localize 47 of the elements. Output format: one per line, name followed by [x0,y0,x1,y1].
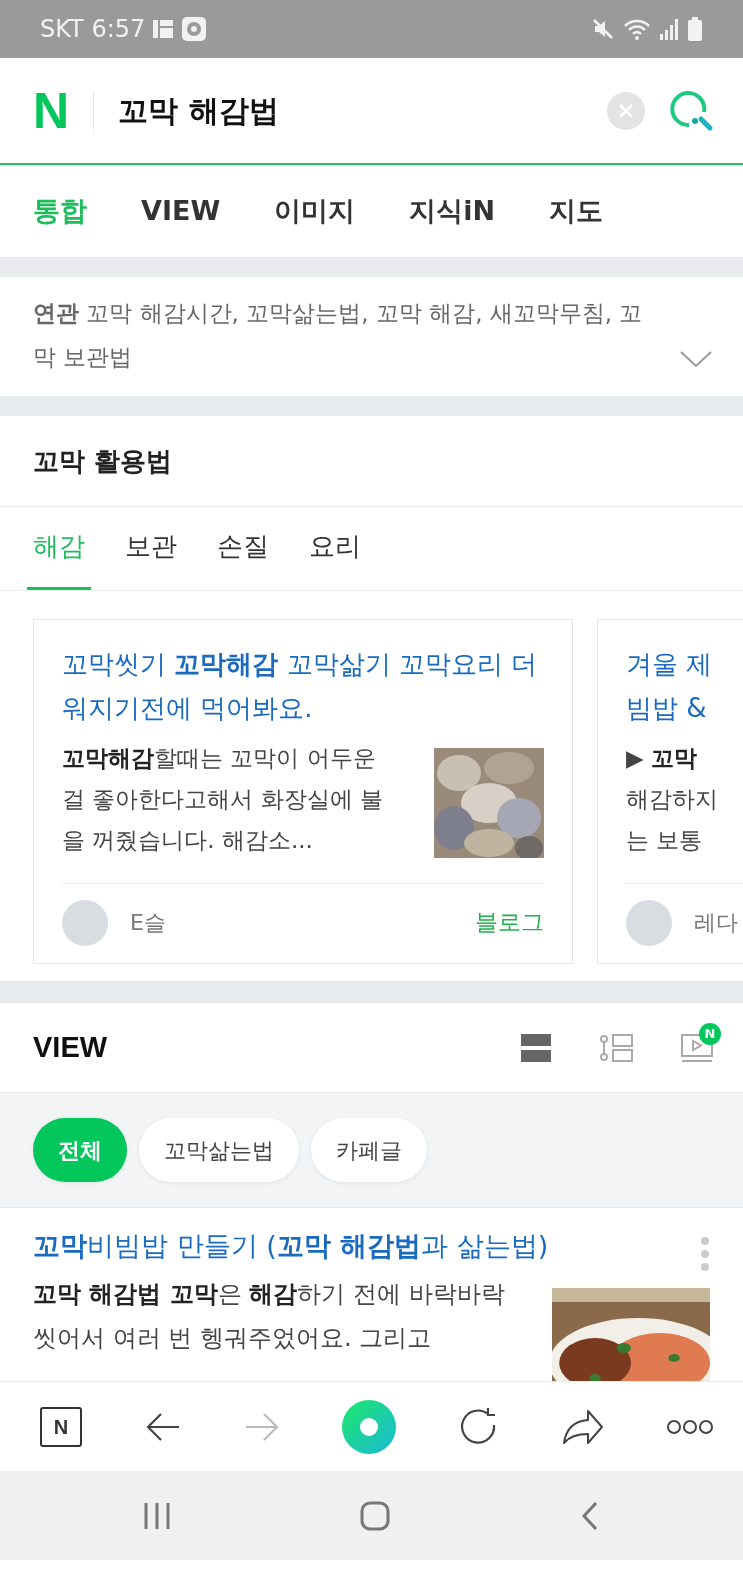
avatar [626,899,672,946]
signal-icon [659,18,679,40]
timeline-view-icon[interactable] [599,1032,633,1063]
new-badge: N [699,1022,721,1045]
category-tab[interactable]: 요리 [303,506,367,590]
search-tab[interactable]: 이미지 [274,190,356,232]
share-icon[interactable] [562,1408,605,1445]
section-title: 꼬막 활용법 [33,444,173,478]
recent-apps-icon[interactable] [142,1501,171,1530]
result-card[interactable]: 겨울 제 빔밥 & ▶ 꼬막 해감하지 는 보통 레다 [597,619,743,964]
search-tab[interactable]: 지도 [549,190,604,232]
filter-chip[interactable]: 카페글 [311,1118,427,1182]
source-label: 블로그 [475,908,544,938]
result-title-link[interactable]: 꼬막비빔밥 만들기 (꼬막 해감법과 삶는법) [33,1224,700,1268]
more-icon[interactable] [666,1418,713,1435]
search-tab[interactable]: VIEW [141,190,221,232]
notification-icon [153,20,174,38]
battery-icon [687,17,703,41]
mute-icon [591,17,615,41]
list-view-icon[interactable] [521,1033,551,1062]
media-icon [181,16,208,42]
card-snippet: 해감하지 [626,785,718,814]
home-button[interactable]: N [40,1406,82,1447]
category-tab[interactable]: 보관 [119,506,183,590]
wifi-icon [623,17,651,41]
card-snippet: 는 보통 [626,826,704,855]
card-title-link[interactable]: 꼬막씻기 꼬막해감 꼬막삶기 꼬막요리 더워지기전에 먹어봐요. [62,642,544,730]
home-icon[interactable] [360,1500,391,1531]
filter-chip[interactable]: 꼬막삶는법 [139,1118,299,1182]
section-title: VIEW [33,1029,109,1065]
status-time: SKT 6:57 [40,14,146,45]
search-tab[interactable]: 지식iN [409,190,496,232]
result-snippet: 꼬막 해감법 꼬막은 해감하기 전에 바락바락 씻어서 여러 번 헹궈주었어요. 그리고 [33,1279,506,1354]
card-snippet: ▶ 꼬막 [626,744,698,773]
result-card[interactable]: 꼬막씻기 꼬막해감 꼬막삶기 꼬막요리 더워지기전에 먹어봐요. 꼬막해감할때는 꼬막이 어두운걸 좋아한다고해서 화장실에 불을 꺼줬습니다. 해감소... E슬 블로그 [33,619,573,964]
category-tab[interactable]: 손질 [211,506,275,590]
assistant-button-icon[interactable] [342,1399,397,1454]
expand-chevron-icon[interactable] [679,350,713,368]
related-searches[interactable]: 연관 꼬막 해감시간, 꼬막삶는법, 꼬막 해감, 새꼬막무침, 꼬막 보관법 [33,291,710,379]
card-title-link[interactable]: 빔밥 & [626,686,743,730]
author-name: 레다 [694,909,739,937]
search-query[interactable]: 꼬막 해감법 [118,88,607,133]
back-icon[interactable] [144,1411,181,1442]
author-name: E슬 [130,909,167,937]
card-title-link[interactable]: 겨울 제 [626,642,743,686]
avatar [62,899,108,946]
card-snippet: 꼬막해감할때는 꼬막이 어두운걸 좋아한다고해서 화장실에 불을 꺼줬습니다. 해감소... [62,744,384,855]
